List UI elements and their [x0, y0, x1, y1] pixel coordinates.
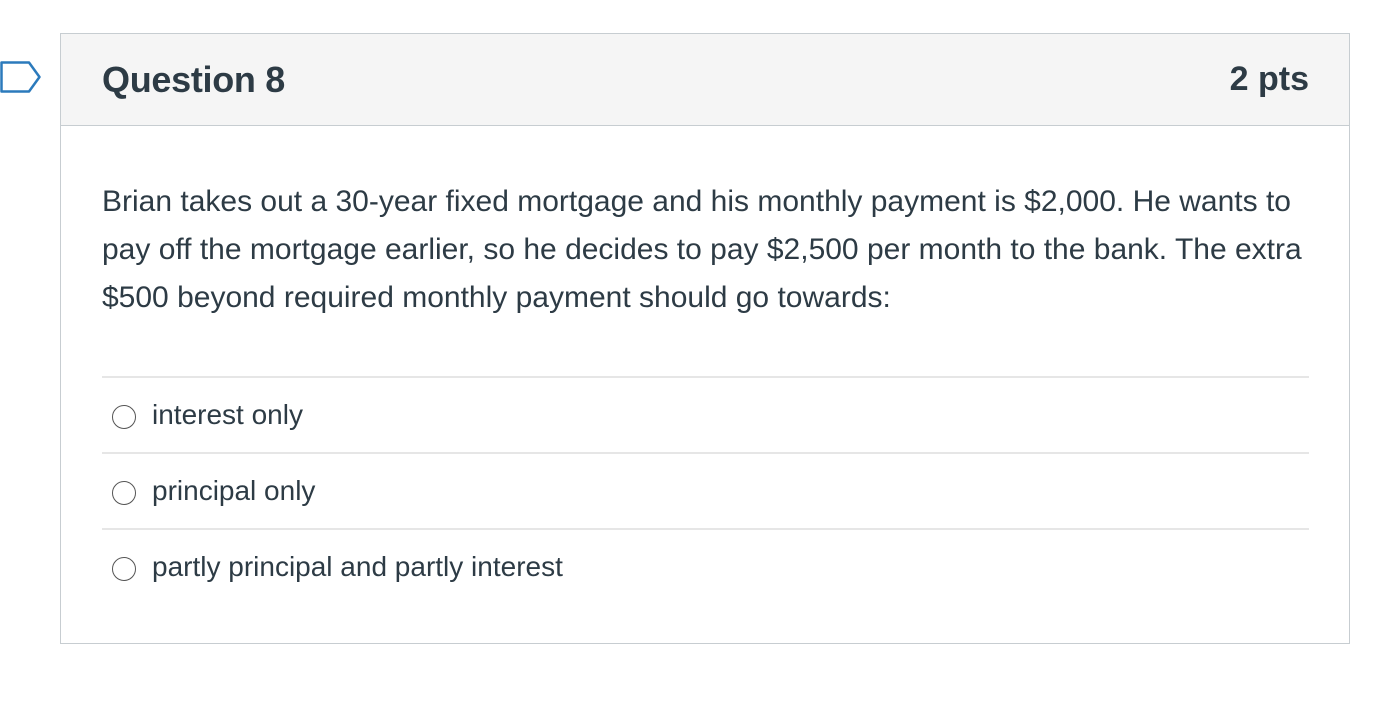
answer-list: interest only principal only partly prin…: [102, 376, 1309, 604]
question-header: Question 8 2 pts: [61, 34, 1349, 126]
answer-label: interest only: [152, 399, 303, 430]
radio-button[interactable]: [112, 557, 136, 581]
question-card: Question 8 2 pts Brian takes out a 30-ye…: [60, 33, 1350, 644]
question-body: Brian takes out a 30-year fixed mortgage…: [61, 126, 1349, 604]
flag-question-icon[interactable]: [0, 60, 42, 94]
answer-label: principal only: [152, 475, 316, 506]
radio-button[interactable]: [112, 405, 136, 429]
answer-option[interactable]: principal only: [102, 454, 1309, 530]
question-title: Question 8: [102, 58, 286, 100]
question-points: 2 pts: [1229, 60, 1309, 98]
answer-label: partly principal and partly interest: [152, 551, 563, 582]
radio-button[interactable]: [112, 481, 136, 505]
question-text: Brian takes out a 30-year fixed mortgage…: [102, 185, 1302, 314]
answer-option[interactable]: interest only: [102, 378, 1309, 454]
answer-option[interactable]: partly principal and partly interest: [102, 530, 1309, 604]
